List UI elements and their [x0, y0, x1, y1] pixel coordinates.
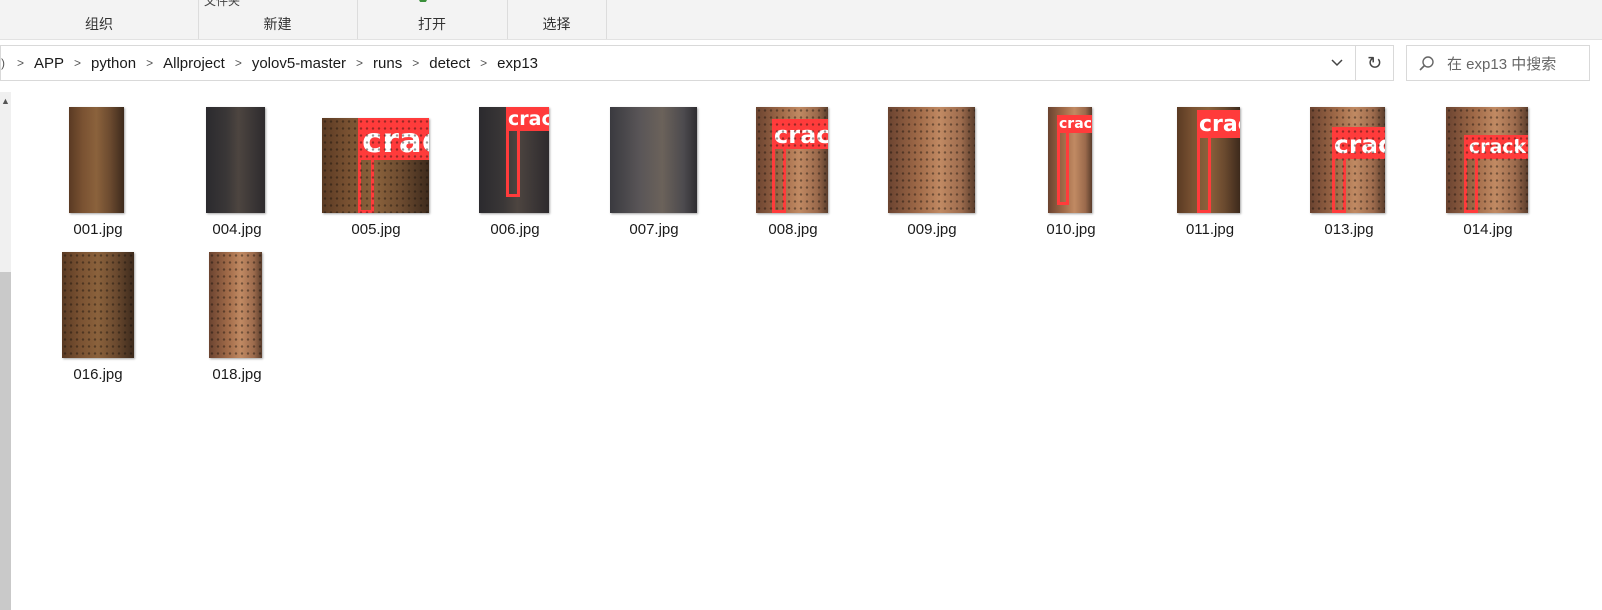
search-box[interactable]: 在 exp13 中搜索 — [1406, 45, 1590, 81]
detection-box — [1464, 135, 1478, 213]
file-item[interactable]: crack 013.jpg — [1280, 105, 1418, 245]
detection-box — [1332, 127, 1346, 213]
file-item[interactable]: crack 005.jpg — [307, 105, 445, 245]
chevron-right-icon[interactable]: > — [140, 56, 159, 70]
detection-label: crack — [1057, 115, 1092, 133]
file-name: 008.jpg — [768, 221, 818, 238]
image-thumbnail: crack — [1177, 107, 1240, 213]
file-name: 010.jpg — [1046, 221, 1096, 238]
chevron-right-icon[interactable]: > — [474, 56, 493, 70]
file-item[interactable]: 016.jpg — [29, 250, 167, 390]
file-item[interactable]: crack 006.jpg — [446, 105, 584, 245]
ribbon-group-organize[interactable]: 组织 — [0, 0, 199, 39]
chevron-right-icon[interactable]: > — [11, 56, 30, 70]
detection-box — [772, 119, 786, 213]
file-name: 004.jpg — [212, 221, 262, 238]
file-item[interactable]: 007.jpg — [585, 105, 723, 245]
file-item[interactable]: crack 011.jpg — [1141, 105, 1279, 245]
ribbon-group-select[interactable]: 选择 — [507, 0, 607, 39]
detection-label: crack — [1197, 110, 1240, 138]
scroll-up-icon[interactable]: ▲ — [0, 96, 11, 106]
new-folder-label[interactable]: 文件夹 — [204, 0, 240, 9]
breadcrumb-item[interactable]: Allproject — [159, 55, 229, 72]
file-name: 009.jpg — [907, 221, 957, 238]
image-thumbnail — [62, 252, 134, 358]
address-bar[interactable]: ) > APP > python > Allproject > yolov5-m… — [0, 45, 1356, 81]
image-thumbnail: crack — [322, 118, 429, 213]
chevron-down-icon[interactable] — [1319, 46, 1355, 80]
detection-label: crack — [1332, 127, 1385, 159]
breadcrumb-item[interactable]: detect — [425, 55, 474, 72]
ribbon-group-label: 组织 — [85, 16, 113, 32]
image-thumbnail — [610, 107, 697, 213]
file-name: 011.jpg — [1185, 221, 1235, 238]
image-thumbnail: crack — [756, 107, 828, 213]
image-thumbnail: crack — [1048, 107, 1092, 213]
ribbon-group-label: 新建 — [263, 16, 292, 32]
file-name: 001.jpg — [73, 221, 123, 238]
image-thumbnail: crack — [1446, 107, 1528, 213]
file-item[interactable]: crack 014.jpg — [1419, 105, 1557, 245]
detection-label: crack — [772, 119, 828, 149]
search-icon — [1407, 55, 1447, 71]
refresh-icon[interactable]: ↻ — [1356, 45, 1394, 81]
breadcrumb: ) > APP > python > Allproject > yolov5-m… — [1, 46, 542, 80]
detection-label: crack — [506, 107, 549, 131]
file-name: 013.jpg — [1324, 221, 1374, 238]
breadcrumb-item[interactable]: python — [87, 55, 140, 72]
file-item[interactable]: crack 010.jpg — [1002, 105, 1140, 245]
chevron-right-icon[interactable]: > — [68, 56, 87, 70]
ribbon-group-label: 打开 — [418, 16, 446, 32]
file-item[interactable]: 001.jpg — [29, 105, 167, 245]
breadcrumb-item-current[interactable]: exp13 — [493, 55, 542, 72]
ribbon-group-open[interactable]: 打开 — [357, 0, 508, 39]
file-name: 018.jpg — [212, 366, 262, 383]
image-thumbnail — [206, 107, 265, 213]
navigation-pane-scrollbar[interactable]: ▲ — [0, 92, 11, 610]
file-name: 014.jpg — [1463, 221, 1513, 238]
detection-label: crack — [358, 118, 429, 160]
file-name: 006.jpg — [490, 221, 540, 238]
breadcrumb-item[interactable]: yolov5-master — [248, 55, 350, 72]
open-properties-icon[interactable] — [419, 0, 469, 2]
image-thumbnail: crack — [1310, 107, 1385, 213]
image-thumbnail — [888, 107, 975, 213]
file-name: 007.jpg — [629, 221, 679, 238]
chevron-right-icon[interactable]: ) — [1, 56, 11, 70]
ribbon: 组织 文件夹 新建 打开 选择 — [0, 0, 1602, 40]
image-thumbnail — [209, 252, 262, 358]
file-name: 005.jpg — [351, 221, 401, 238]
scrollbar-thumb[interactable] — [0, 272, 11, 610]
ribbon-group-label: 选择 — [542, 16, 571, 32]
chevron-right-icon[interactable]: > — [229, 56, 248, 70]
breadcrumb-item[interactable]: runs — [369, 55, 406, 72]
ribbon-group-new[interactable]: 文件夹 新建 — [198, 0, 358, 39]
file-item[interactable]: 004.jpg — [168, 105, 306, 245]
file-item[interactable]: 018.jpg — [168, 250, 306, 390]
chevron-right-icon[interactable]: > — [350, 56, 369, 70]
image-thumbnail — [69, 107, 124, 213]
detection-box — [358, 118, 374, 213]
file-item[interactable]: crack 008.jpg — [724, 105, 862, 245]
image-thumbnail: crack — [479, 107, 549, 213]
file-name: 016.jpg — [73, 366, 123, 383]
detection-label: crack — [1464, 135, 1528, 159]
address-row: ) > APP > python > Allproject > yolov5-m… — [0, 40, 1602, 86]
file-item[interactable]: 009.jpg — [863, 105, 1001, 245]
search-placeholder: 在 exp13 中搜索 — [1447, 55, 1557, 73]
chevron-right-icon[interactable]: > — [406, 56, 425, 70]
breadcrumb-item[interactable]: APP — [30, 55, 68, 72]
